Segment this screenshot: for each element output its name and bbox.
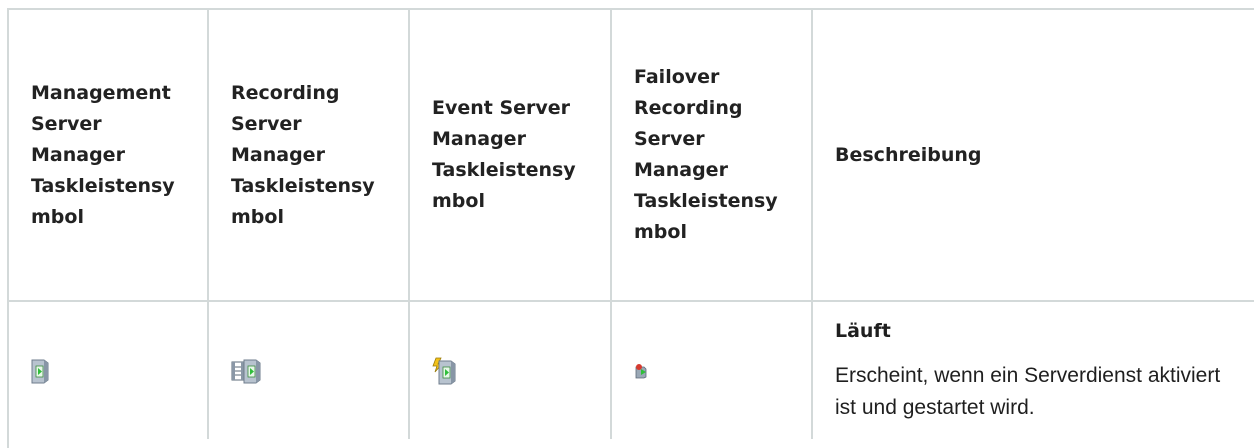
failover-recording-server-running-icon xyxy=(635,364,647,379)
state-title: Läuft xyxy=(835,320,891,342)
header-management-server: Management Server Manager Taskleistensy … xyxy=(9,10,209,302)
event-server-running-icon xyxy=(432,357,456,385)
management-server-running-icon xyxy=(31,359,49,384)
header-event-server: Event Server Manager Taskleistensy mbol xyxy=(409,10,612,302)
header-recording-server: Recording Server Manager Taskleistensy m… xyxy=(208,10,410,302)
state-description: Erscheint, wenn ein Serverdienst aktivie… xyxy=(835,364,1221,419)
cell-recording-server-icon xyxy=(208,301,410,439)
cell-event-server-icon xyxy=(409,301,612,439)
tray-icon-status-table: Management Server Manager Taskleistensy … xyxy=(9,10,1254,439)
table-row: Läuft Erscheint, wenn ein Serverdienst a… xyxy=(9,301,1254,439)
table-header-row: Management Server Manager Taskleistensy … xyxy=(9,10,1254,302)
header-failover-recording-server: Failover Recording Server Manager Taskle… xyxy=(611,10,813,302)
cell-failover-recording-server-icon xyxy=(611,301,813,439)
recording-server-running-icon xyxy=(231,359,261,384)
cell-management-server-icon xyxy=(9,301,209,439)
cell-description: Läuft Erscheint, wenn ein Serverdienst a… xyxy=(812,301,1254,439)
header-description: Beschreibung xyxy=(812,10,1254,302)
